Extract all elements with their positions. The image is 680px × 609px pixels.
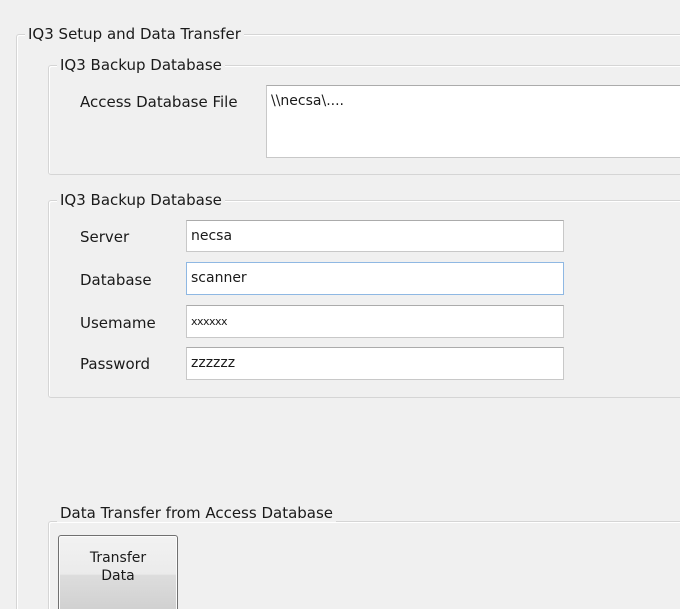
username-input[interactable]: xxxxxx	[186, 305, 564, 338]
setup-groupbox-title: IQ3 Setup and Data Transfer	[25, 25, 244, 43]
sql-groupbox-title: IQ3 Backup Database	[57, 191, 225, 209]
server-input[interactable]: necsa	[186, 220, 564, 252]
access-file-field[interactable]: \\necsa\....	[266, 85, 680, 158]
password-input[interactable]: zzzzzz	[186, 347, 564, 380]
transfer-groupbox-title: Data Transfer from Access Database	[57, 504, 337, 522]
username-label: Usemame	[80, 314, 156, 332]
transfer-data-button[interactable]: Transfer Data	[58, 535, 178, 609]
access-groupbox-title: IQ3 Backup Database	[57, 56, 225, 74]
database-input[interactable]: scanner	[186, 262, 564, 295]
database-label: Database	[80, 271, 152, 289]
server-label: Server	[80, 228, 130, 246]
access-file-label: Access Database File	[80, 93, 238, 111]
transfer-button-line1: Transfer	[89, 550, 147, 566]
setup-window: IQ3 Setup and Data Transfer IQ3 Backup D…	[0, 0, 680, 609]
password-label: Password	[80, 355, 151, 373]
transfer-button-line2: Data	[101, 568, 135, 584]
